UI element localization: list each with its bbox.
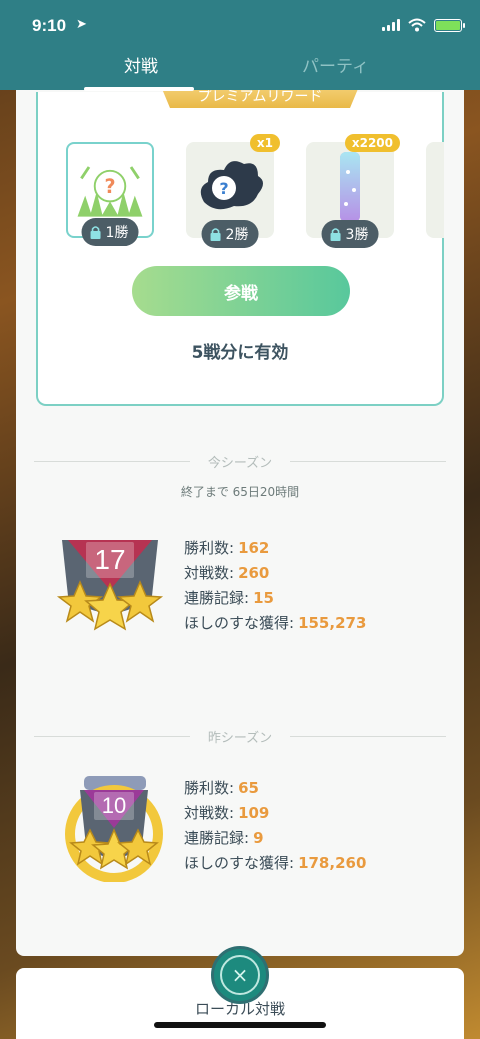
- location-arrow-icon: ➤: [76, 17, 87, 32]
- status-icons: [382, 18, 465, 32]
- stat-label: 対戦数:: [184, 804, 235, 822]
- svg-text:?: ?: [219, 179, 228, 198]
- stat-value: 155,273: [298, 614, 367, 632]
- stat-value: 260: [238, 564, 270, 582]
- battle-panel: プレミアムリワード ? 1勝 ? x1 2勝 x2200 3勝 参戦 5戦分に有…: [16, 84, 464, 956]
- tab-battle[interactable]: 対戦: [124, 52, 158, 77]
- reward-count-badge-2: x1: [249, 134, 280, 152]
- join-battle-button[interactable]: 参戦: [132, 266, 350, 316]
- stat-label: 対戦数:: [184, 564, 235, 582]
- stat-value: 109: [238, 804, 270, 822]
- tab-party[interactable]: パーティ: [302, 52, 369, 77]
- wifi-icon: [408, 18, 426, 32]
- current-rank-medal: 17: [54, 536, 166, 646]
- lock-label-2: 2勝: [225, 227, 249, 243]
- lock-label-3: 3勝: [345, 227, 369, 243]
- svg-text:?: ?: [104, 175, 115, 198]
- current-season-stats: 勝利数: 162 対戦数: 260 連勝記録: 15 ほしのすな獲得: 155,273: [184, 536, 366, 636]
- rank-badge-icon: [65, 776, 163, 883]
- lock-badge-1: 1勝: [81, 218, 139, 246]
- premium-reward-card: プレミアムリワード ? 1勝 ? x1 2勝 x2200 3勝 参戦 5戦分に有…: [36, 84, 444, 406]
- lock-badge-2: 2勝: [201, 220, 259, 248]
- tab-indicator: [84, 87, 194, 91]
- season-remaining-time: 終了まで 65日20時間: [180, 485, 300, 499]
- stat-value: 162: [238, 539, 270, 557]
- lock-label-1: 1勝: [105, 225, 129, 241]
- current-rank-number: 17: [86, 542, 134, 578]
- stardust-icon: [340, 152, 360, 222]
- reward-item-1[interactable]: ? 1勝: [66, 142, 154, 246]
- lock-icon: [90, 226, 101, 239]
- stat-value: 65: [238, 779, 259, 797]
- mystery-pokemon-icon: ?: [200, 161, 263, 210]
- stat-label: ほしのすな獲得:: [184, 854, 295, 872]
- lock-badge-3: 3勝: [321, 220, 379, 248]
- reward-item-3[interactable]: x2200 3勝: [306, 134, 400, 248]
- stat-label: 勝利数:: [184, 539, 235, 557]
- current-season-title: 今シーズン: [207, 456, 273, 471]
- reward-count-badge-3: x2200: [344, 134, 400, 152]
- signal-icon: [382, 19, 400, 31]
- stat-label: 勝利数:: [184, 779, 235, 797]
- last-rank-medal: 10: [56, 774, 172, 886]
- home-indicator[interactable]: [154, 1022, 326, 1028]
- battery-icon: [434, 18, 465, 32]
- lock-icon: [330, 228, 341, 241]
- last-season-header: 昨シーズン: [34, 727, 447, 746]
- stat-value: 178,260: [298, 854, 367, 872]
- lock-icon: [210, 228, 221, 241]
- stat-value: 15: [253, 589, 274, 607]
- last-season-stats: 勝利数: 65 対戦数: 109 連勝記録: 9 ほしのすな獲得: 178,260: [184, 776, 366, 876]
- reward-item-4-partial[interactable]: [426, 142, 444, 238]
- stat-value: 9: [253, 829, 264, 847]
- status-time: 9:10: [32, 16, 67, 35]
- current-season-header: 今シーズン: [34, 452, 447, 471]
- last-rank-number: 10: [94, 792, 134, 820]
- stat-label: ほしのすな獲得:: [184, 614, 295, 632]
- reward-item-2[interactable]: ? x1 2勝: [186, 134, 280, 248]
- stat-label: 連勝記録:: [184, 589, 250, 607]
- valid-battles-text: 5戦分に有効: [191, 343, 289, 363]
- stat-label: 連勝記録:: [184, 829, 250, 847]
- close-button[interactable]: ×: [211, 946, 269, 1004]
- last-season-title: 昨シーズン: [207, 731, 273, 746]
- top-bar: 9:10 ➤ 対戦 パーティ: [0, 0, 480, 91]
- close-icon: ×: [220, 955, 260, 995]
